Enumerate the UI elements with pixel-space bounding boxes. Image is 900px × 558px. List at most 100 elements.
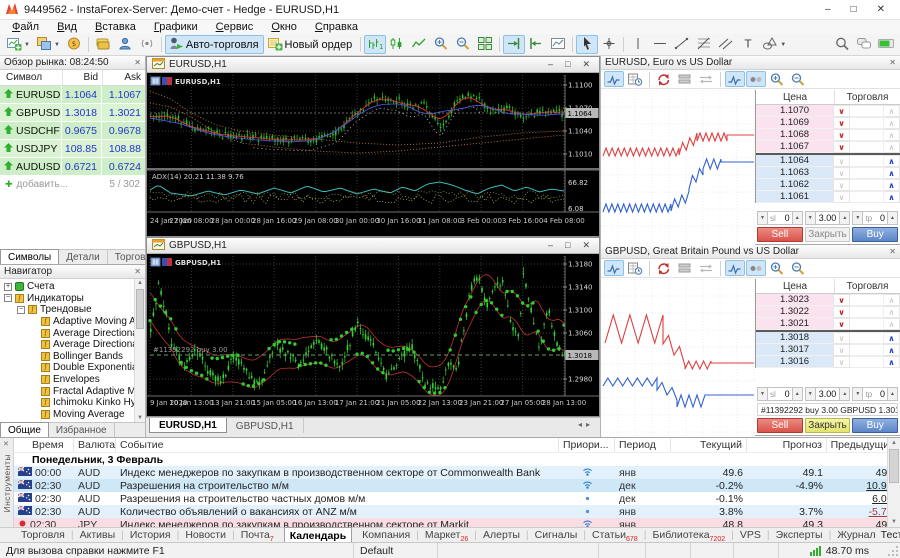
scrollbar-thumb[interactable] — [136, 289, 144, 329]
zoomin-button[interactable] — [767, 71, 787, 87]
step-up-icon[interactable]: ▲ — [887, 387, 898, 401]
navigator-tab-common[interactable]: Общие — [0, 422, 49, 437]
market-watch-row[interactable]: USDCHF0.96750.9678 — [0, 122, 145, 140]
drows-button[interactable] — [675, 260, 695, 276]
sell-at-price-button[interactable]: ∨ — [834, 318, 850, 330]
calendar-column-0[interactable]: Время — [14, 438, 74, 452]
trendline-button[interactable] — [671, 35, 693, 54]
ask-row[interactable]: 1.3022∨∧ — [756, 306, 900, 318]
toolbox-tab-торговля[interactable]: Торговля — [16, 528, 70, 543]
toolbox-tab-алерты[interactable]: Алерты — [478, 528, 525, 543]
step-down-icon[interactable]: ▼ — [757, 211, 768, 225]
zoom-in-button[interactable] — [430, 35, 452, 54]
bars-chart-button[interactable]: 1 — [364, 35, 386, 54]
drefresh-button[interactable] — [654, 71, 674, 87]
chart-window-gbpusd[interactable]: GBPUSD,H1–□✕#11392292 buy 3.001.31801.31… — [146, 237, 600, 417]
scroll-up-icon[interactable]: ▲ — [137, 280, 143, 286]
sell-at-price-button[interactable]: ∨ — [834, 129, 850, 141]
navigator-item[interactable]: fEnvelopes — [0, 374, 145, 386]
calendar-column-2[interactable]: Событие — [116, 438, 559, 452]
chart-tab-scroll-arrows[interactable]: ◂▸ — [578, 418, 600, 429]
ask-row[interactable]: 1.3023∨∧ — [756, 294, 900, 306]
gbpusd-window-titlebar[interactable]: GBPUSD,H1–□✕ — [147, 238, 599, 254]
buy-at-price-button[interactable]: ∧ — [884, 318, 900, 330]
gbpusd-depth-header[interactable]: GBPUSD, Great Britain Pound vs US Dollar… — [601, 245, 900, 259]
market-watch-row[interactable]: EURUSD1.10641.1067 — [0, 86, 145, 104]
zoomin-button[interactable] — [767, 260, 787, 276]
toolbox-tab-библиотека[interactable]: Библиотека7202 — [647, 528, 730, 543]
buy-at-price-button[interactable]: ∧ — [884, 129, 900, 141]
eurusd-depth-tick-chart[interactable] — [601, 90, 755, 245]
sell-at-price-button[interactable]: ∨ — [834, 332, 850, 344]
bid-row[interactable]: 1.1061∨∧ — [756, 191, 900, 203]
close-position-button[interactable]: Закрыть — [805, 418, 851, 433]
calendar-column-5[interactable]: Текущий — [671, 438, 747, 452]
drows-button[interactable] — [675, 71, 695, 87]
navigator-item[interactable]: fFractal Adaptive Mo — [0, 385, 145, 397]
dtick-button[interactable] — [725, 71, 745, 87]
calendar-event-row[interactable]: 02:30AUDРазрешения на строительство част… — [14, 492, 900, 505]
toolbox-tab-эксперты[interactable]: Эксперты — [771, 528, 828, 543]
window-minimize-icon[interactable]: – — [548, 240, 553, 251]
buy-at-price-button[interactable]: ∧ — [884, 105, 900, 117]
step-down-icon[interactable]: ▼ — [852, 387, 863, 401]
ask-row[interactable]: 1.1067∨∧ — [756, 141, 900, 153]
line-chart-button[interactable] — [408, 35, 430, 54]
chat-button[interactable] — [853, 35, 875, 54]
chart-tab-gbpusdh1[interactable]: GBPUSD,H1 — [227, 418, 304, 433]
bid-row[interactable]: 1.3018∨∧ — [756, 332, 900, 344]
objects-list-button[interactable] — [547, 35, 569, 54]
dtick-button[interactable] — [725, 260, 745, 276]
zoomout-button[interactable] — [788, 71, 808, 87]
deposit-button[interactable]: $ — [63, 35, 85, 54]
market-watch-tab-детали[interactable]: Детали — [59, 250, 107, 264]
dtransfer-button[interactable] — [696, 71, 716, 87]
new-chart-button[interactable]: ▼ — [3, 35, 33, 54]
navigator-item[interactable]: fIchimoku Kinko Hyo — [0, 397, 145, 409]
buy-at-price-button[interactable]: ∧ — [884, 167, 900, 179]
navigator-item[interactable]: fAdaptive Moving Av — [0, 316, 145, 328]
toolbox-tab-почта[interactable]: Почта7 — [236, 528, 279, 543]
payments-button[interactable] — [92, 35, 114, 54]
dtransfer-button[interactable] — [696, 260, 716, 276]
collapse-icon[interactable]: − — [4, 294, 12, 302]
navigator-item[interactable]: fDouble Exponential — [0, 362, 145, 374]
menu-item-сервис[interactable]: Сервис — [207, 21, 263, 33]
calendar-column-3[interactable]: Приори... — [559, 438, 615, 452]
autotrade-button[interactable]: Авто-торговля — [165, 35, 264, 54]
step-down-icon[interactable]: ▼ — [757, 387, 768, 401]
sell-at-price-button[interactable]: ∨ — [834, 117, 850, 129]
market-watch-column-символ[interactable]: Символ — [0, 72, 62, 83]
menu-item-графики[interactable]: Графики — [145, 21, 207, 33]
take-profit-stepper[interactable]: ▼tp0▲ — [852, 387, 898, 401]
market-watch-row[interactable]: USDJPY108.85108.88 — [0, 140, 145, 158]
candles-chart-button[interactable] — [386, 35, 408, 54]
calendar-column-1[interactable]: Валюта — [74, 438, 116, 452]
scrollbar-thumb[interactable] — [889, 449, 899, 483]
menu-item-вид[interactable]: Вид — [48, 21, 86, 33]
fibonacci-button[interactable] — [693, 35, 715, 54]
status-profile[interactable]: Default — [353, 543, 437, 558]
step-up-icon[interactable]: ▲ — [839, 211, 850, 225]
sell-at-price-button[interactable]: ∨ — [834, 179, 850, 191]
navigator-item[interactable]: fBollinger Bands — [0, 351, 145, 363]
volume-stepper[interactable]: ▼3.00▲ — [805, 211, 851, 225]
buy-at-price-button[interactable]: ∧ — [884, 191, 900, 203]
buy-button[interactable]: Buy — [852, 418, 898, 433]
dtick-button[interactable] — [604, 71, 624, 87]
community-button[interactable] — [114, 35, 136, 54]
navigator-item[interactable]: +Счета — [0, 281, 145, 293]
sell-at-price-button[interactable]: ∨ — [834, 141, 850, 153]
zoomout-button[interactable] — [788, 260, 808, 276]
expand-icon[interactable]: + — [4, 283, 12, 291]
toolbox-tab-сигналы[interactable]: Сигналы — [530, 528, 583, 543]
navigator-item[interactable]: fMoving Average — [0, 409, 145, 421]
buy-at-price-button[interactable]: ∧ — [884, 356, 900, 368]
window-maximize-icon[interactable]: □ — [565, 59, 570, 70]
dtable-button[interactable] — [625, 260, 645, 276]
new-order-button[interactable]: Новый ордер — [264, 35, 358, 54]
ask-row[interactable]: 1.1069∨∧ — [756, 117, 900, 129]
sell-at-price-button[interactable]: ∨ — [834, 167, 850, 179]
toolbox-tab-статьи[interactable]: Статьи678 — [587, 528, 643, 543]
toolbox-tab-календарь[interactable]: Календарь — [284, 527, 352, 542]
